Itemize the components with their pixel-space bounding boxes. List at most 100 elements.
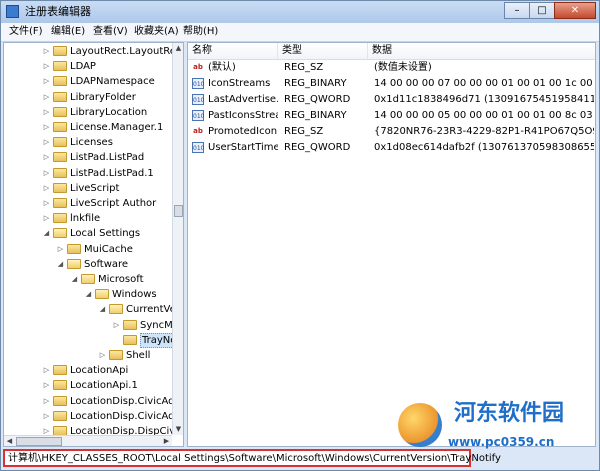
- folder-icon: [109, 350, 123, 360]
- tree-item-label: LDAP: [70, 61, 96, 73]
- folder-icon: [123, 334, 137, 345]
- tree-item-label: Local Settings: [70, 228, 141, 240]
- tree-item-label: Windows: [112, 289, 157, 301]
- folder-open-icon: [81, 274, 95, 284]
- menu-favorites[interactable]: 收藏夹(A): [134, 25, 179, 38]
- tree-item-label: LocationDisp.CivicAddr: [70, 395, 184, 407]
- collapse-arrow-icon[interactable]: ◢: [98, 304, 107, 314]
- tree-hscroll-thumb[interactable]: [16, 437, 62, 446]
- regedit-app-icon: [6, 5, 19, 18]
- watermark-url: www.pc0359.cn: [448, 435, 555, 449]
- collapse-arrow-icon[interactable]: ◢: [42, 228, 51, 238]
- expand-arrow-icon[interactable]: ▷: [42, 183, 51, 193]
- tree-item-label: LibraryFolder: [70, 91, 136, 103]
- value-row[interactable]: 010 PastIconsStream REG_BINARY 14 00 00 00 …: [188, 108, 595, 124]
- column-data-header[interactable]: 数据: [368, 43, 595, 59]
- value-row[interactable]: 010 UserStartTime REG_QWORD 0x1d08ec614dafb…: [188, 140, 595, 156]
- menu-view[interactable]: 查看(V): [93, 25, 128, 38]
- expand-arrow-icon[interactable]: ▷: [42, 61, 51, 71]
- scroll-right-icon[interactable]: ▶: [161, 436, 172, 446]
- tree-item-label: LiveScript Author: [70, 198, 157, 209]
- scroll-up-icon[interactable]: ▲: [173, 43, 183, 54]
- tree-item-label: LocationDisp.CivicAddr: [70, 410, 184, 422]
- tree-item-label: Licenses: [70, 137, 113, 149]
- menu-edit[interactable]: 编辑(E): [51, 25, 85, 38]
- registry-key-tree[interactable]: ▷ LayoutRect.LayoutRect. ▷ LDAP ▷ LDAPNamespa…: [3, 42, 184, 447]
- scroll-left-icon[interactable]: ◀: [4, 436, 15, 446]
- menu-file[interactable]: 文件(F): [9, 25, 43, 38]
- tree-item-label: LocationApi.1: [70, 380, 138, 392]
- tree-horizontal-scrollbar[interactable]: ◀ ▶: [4, 435, 172, 446]
- maximize-button[interactable]: □: [529, 2, 555, 19]
- registry-values-list[interactable]: 名称 类型 数据 ab (默认) REG_SZ (数值未设置) 010 IconStrea…: [187, 42, 596, 447]
- value-row[interactable]: 010 LastAdvertise... REG_QWORD 0x1d11c18384…: [188, 92, 595, 108]
- collapse-arrow-icon[interactable]: ◢: [84, 289, 93, 299]
- tree-item-label: lnkfile: [70, 213, 101, 225]
- folder-icon: [53, 137, 67, 148]
- folder-open-icon: [95, 289, 109, 300]
- tree-scroll-thumb[interactable]: [174, 205, 183, 217]
- close-button[interactable]: ✕: [554, 2, 596, 19]
- value-name: LastAdvertise...: [208, 94, 278, 105]
- tree-item-label: Microsoft: [98, 274, 144, 285]
- value-name: PromotedIcon...: [208, 126, 278, 137]
- tree-item-label: CurrentVe: [126, 304, 176, 316]
- title-bar[interactable]: 注册表编辑器 – □ ✕: [1, 1, 599, 23]
- expand-arrow-icon[interactable]: ▷: [42, 92, 51, 102]
- expand-arrow-icon[interactable]: ▷: [42, 396, 51, 406]
- string-value-icon: ab: [192, 62, 204, 73]
- value-data: 0x1d11c1838496d71 (130916754519584113): [374, 94, 594, 105]
- folder-icon: [53, 380, 67, 391]
- minimize-button[interactable]: –: [504, 2, 530, 19]
- expand-arrow-icon[interactable]: ▷: [42, 76, 51, 86]
- expand-arrow-icon[interactable]: ▷: [42, 137, 51, 147]
- scroll-down-icon[interactable]: ▼: [173, 424, 183, 435]
- value-data: {7820NR76-23R3-4229-82P1-R41PO67Q5O9P}..…: [374, 126, 594, 137]
- value-name: UserStartTime: [208, 142, 278, 153]
- expand-arrow-icon[interactable]: ▷: [42, 152, 51, 162]
- expand-arrow-icon[interactable]: ▷: [42, 168, 51, 178]
- tree-vertical-scrollbar[interactable]: ▲ ▼: [172, 43, 183, 435]
- tree-item-label: LDAPNamespace: [70, 76, 155, 88]
- value-row[interactable]: ab PromotedIcon... REG_SZ {7820NR76-23R3-42…: [188, 124, 595, 140]
- binary-value-icon: 010: [192, 94, 204, 105]
- expand-arrow-icon[interactable]: ▷: [42, 411, 51, 421]
- window-title: 注册表编辑器: [25, 5, 91, 18]
- expand-arrow-icon[interactable]: ▷: [42, 198, 51, 208]
- watermark-logo-icon: [398, 403, 442, 447]
- expand-arrow-icon[interactable]: ▷: [56, 244, 65, 254]
- expand-arrow-icon[interactable]: ▷: [42, 213, 51, 223]
- folder-icon: [53, 198, 67, 208]
- tree-item-label: ListPad.ListPad: [70, 152, 145, 164]
- expand-arrow-icon[interactable]: [112, 335, 121, 345]
- expand-arrow-icon[interactable]: ▷: [42, 107, 51, 117]
- value-data: 14 00 00 00 05 00 00 00 01 00 01 00 8c 0…: [374, 110, 594, 121]
- string-value-icon: ab: [192, 126, 204, 137]
- watermark-title: 河东软件园: [454, 401, 565, 426]
- tree-item-label: LibraryLocation: [70, 106, 148, 118]
- expand-arrow-icon[interactable]: ▷: [42, 380, 51, 390]
- expand-arrow-icon[interactable]: ▷: [42, 46, 51, 56]
- window-controls: – □ ✕: [504, 2, 596, 19]
- folder-icon: [53, 365, 67, 376]
- collapse-arrow-icon[interactable]: ◢: [70, 274, 79, 284]
- tree-item-label: Software: [84, 258, 129, 270]
- menu-help[interactable]: 帮助(H): [183, 25, 218, 38]
- value-type: REG_QWORD: [284, 142, 351, 153]
- column-name-header[interactable]: 名称: [188, 43, 278, 59]
- binary-value-icon: 010: [192, 78, 204, 89]
- tree-item-label: License.Manager.1: [70, 122, 164, 133]
- value-row[interactable]: ab (默认) REG_SZ (数值未设置): [188, 60, 595, 76]
- value-row[interactable]: 010 IconStreams REG_BINARY 14 00 00 00 07 0…: [188, 76, 595, 92]
- column-type-header[interactable]: 类型: [278, 43, 368, 59]
- tree-item-label: Shell: [126, 350, 151, 361]
- expand-arrow-icon[interactable]: ▷: [98, 350, 107, 360]
- expand-arrow-icon[interactable]: ▷: [42, 122, 51, 132]
- folder-icon: [53, 182, 67, 193]
- expand-arrow-icon[interactable]: ▷: [42, 365, 51, 375]
- collapse-arrow-icon[interactable]: ◢: [56, 259, 65, 269]
- folder-icon: [53, 46, 67, 56]
- value-type: REG_SZ: [284, 126, 324, 137]
- registry-editor-window: 注册表编辑器 – □ ✕ 文件(F) 编辑(E) 查看(V) 收藏夹(A) 帮助…: [0, 0, 600, 471]
- expand-arrow-icon[interactable]: ▷: [112, 320, 121, 330]
